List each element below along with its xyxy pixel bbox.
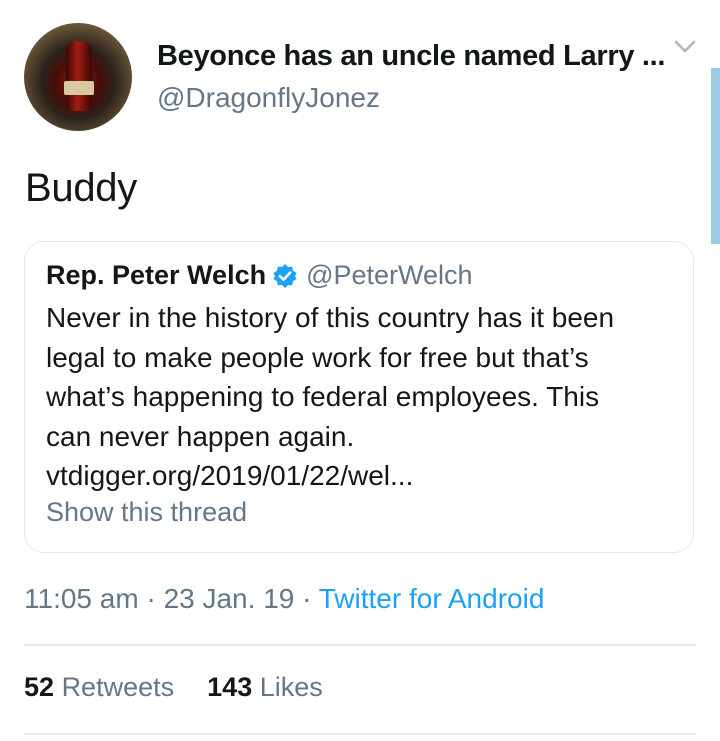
meta-separator: · <box>302 583 312 614</box>
retweets-count: 52 <box>24 672 55 702</box>
tweet-metadata: 11:05 am · 23 Jan. 19 · Twitter for Andr… <box>24 583 544 615</box>
quoted-tweet-card[interactable]: Rep. Peter Welch @PeterWelch Never in th… <box>24 241 694 553</box>
quoted-author-handle: @PeterWelch <box>306 260 473 290</box>
likes-stat[interactable]: 143 Likes <box>207 672 323 702</box>
quoted-tweet-line: legal to make people work for free but t… <box>46 341 589 373</box>
quoted-tweet-line: Never in the history of this country has… <box>46 302 615 333</box>
meta-separator: · <box>146 583 156 614</box>
quoted-tweet-line: can never happen again. <box>46 420 355 452</box>
likes-label: Likes <box>259 672 323 702</box>
quoted-tweet-header: Rep. Peter Welch @PeterWelch <box>46 260 473 291</box>
quoted-author-name: Rep. Peter Welch <box>46 260 267 290</box>
avatar[interactable] <box>24 23 132 131</box>
show-thread-link[interactable]: Show this thread <box>46 497 247 528</box>
avatar-bottle-label <box>64 81 94 95</box>
tweet-stats: 52 Retweets 143 Likes <box>24 672 323 703</box>
author-handle[interactable]: @DragonflyJonez <box>157 82 380 114</box>
verified-badge-icon <box>273 263 297 288</box>
avatar-bottle <box>66 41 92 111</box>
likes-count: 143 <box>207 672 253 702</box>
divider <box>24 733 696 735</box>
quoted-tweet-text: Never in the history of this country has… <box>46 298 676 496</box>
quoted-tweet-link[interactable]: vtdigger.org/2019/01/22/wel... <box>46 456 676 496</box>
scrollbar[interactable] <box>711 68 720 244</box>
retweets-label: Retweets <box>61 672 175 702</box>
quoted-tweet-line: what’s happening to federal employees. T… <box>46 381 600 412</box>
tweet-time: 11:05 am <box>24 583 139 614</box>
divider <box>24 644 696 646</box>
tweet-date: 23 Jan. 19 <box>163 583 295 614</box>
tweet-text: Buddy <box>25 166 137 210</box>
author-display-name[interactable]: Beyonce has an uncle named Larry ... <box>157 40 665 73</box>
chevron-down-icon[interactable] <box>674 40 696 54</box>
retweets-stat[interactable]: 52 Retweets <box>24 672 174 702</box>
tweet-source-link[interactable]: Twitter for Android <box>319 583 545 614</box>
